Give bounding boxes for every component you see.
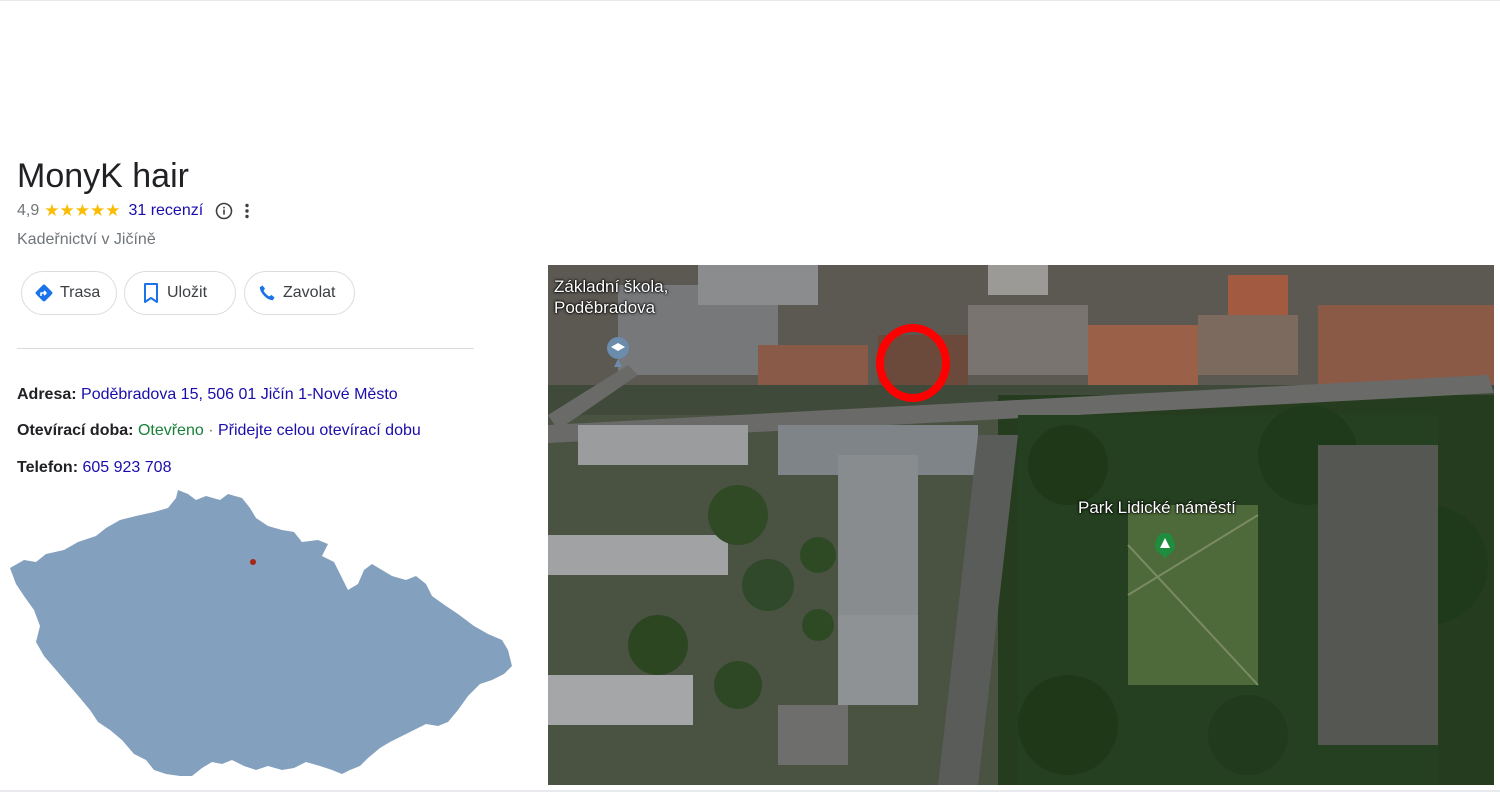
address-label: Adresa: [17,386,77,403]
directions-button[interactable]: Trasa [21,271,117,315]
directions-label: Trasa [60,284,101,301]
map-label-park[interactable]: Park Lidické náměstí [1078,497,1236,518]
business-category: Kadeřnictví v Jičíně [17,231,156,248]
phone-row: Telefon: 605 923 708 [17,459,171,477]
call-label: Zavolat [283,284,336,301]
save-label: Uložit [167,284,208,301]
divider [17,348,474,349]
phone-link[interactable]: 605 923 708 [82,459,171,476]
rating-value: 4,9 [17,202,40,219]
map-label-school[interactable]: Základní škola, Poděbradova [554,276,668,318]
location-marker [250,559,256,565]
hours-row: Otevírací doba: Otevřeno · Přidejte celo… [17,422,421,440]
call-button[interactable]: Zavolat [244,271,355,315]
bookmark-icon [144,283,158,303]
info-icon[interactable] [213,200,235,222]
more-vert-icon[interactable] [241,200,253,222]
hours-label: Otevírací doba: [17,422,134,439]
country-locator-map [10,490,512,776]
directions-icon [35,284,53,302]
hours-suggest-link[interactable]: Přidejte celou otevírací dobu [218,422,421,439]
country-shape [10,490,512,776]
address-link[interactable]: Poděbradova 15, 506 01 Jičín 1-Nové Měst… [81,386,398,403]
reviews-link[interactable]: 31 recenzí [128,202,203,220]
save-button[interactable]: Uložit [124,271,236,315]
business-name: MonyK hair [17,157,189,195]
phone-label: Telefon: [17,459,79,476]
hours-separator: · [203,422,218,439]
phone-icon [259,285,275,301]
rating-row: 4,9 ★★★★★ 31 recenzí [17,200,253,222]
address-row: Adresa: Poděbradova 15, 506 01 Jičín 1-N… [17,386,398,404]
rating-stars: ★★★★★ [44,201,121,220]
hours-status: Otevřeno [137,422,204,439]
top-border [0,0,1500,1]
satellite-map[interactable]: Základní škola, Poděbradova Park Lidické… [548,265,1494,785]
